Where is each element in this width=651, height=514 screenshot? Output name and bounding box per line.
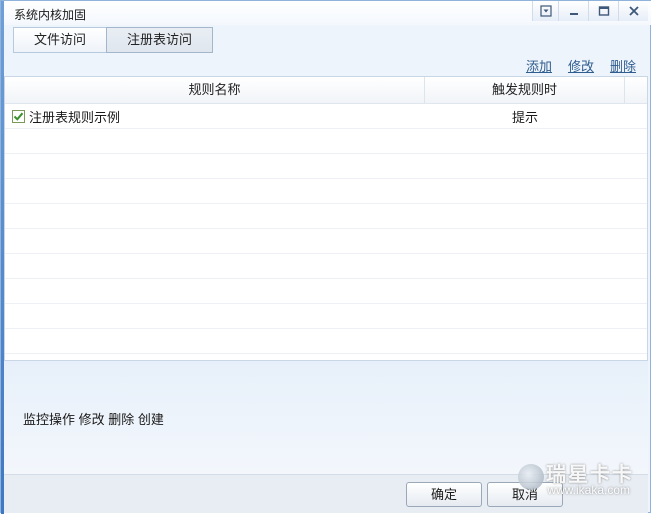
delete-link[interactable]: 删除 — [610, 56, 636, 75]
close-button[interactable] — [618, 1, 648, 21]
checkmark-icon — [13, 112, 24, 121]
menu-button[interactable] — [532, 1, 558, 21]
edit-link[interactable]: 修改 — [568, 56, 594, 75]
maximize-icon — [598, 6, 609, 16]
column-header-trigger[interactable]: 触发规则时 — [425, 77, 625, 103]
minimize-button[interactable] — [558, 1, 588, 21]
tab-registry-access[interactable]: 注册表访问 — [106, 27, 214, 53]
empty-row — [5, 179, 647, 204]
ok-button[interactable]: 确定 — [406, 482, 482, 507]
dialog-window: 系统内核加固 文件访问 注册表访问 添加 修改 删除 规则名称 触发规则时 注册… — [0, 0, 651, 514]
maximize-button[interactable] — [588, 1, 618, 21]
empty-row — [5, 329, 647, 354]
empty-row — [5, 279, 647, 304]
empty-row — [5, 254, 647, 279]
rule-name: 注册表规则示例 — [29, 109, 121, 125]
monitor-operations-text: 监控操作 修改 删除 创建 — [23, 412, 164, 427]
rule-enabled-checkbox[interactable] — [12, 109, 25, 123]
title-bar[interactable]: 系统内核加固 — [4, 1, 651, 25]
tab-bar: 文件访问 注册表访问 — [13, 27, 214, 53]
empty-row — [5, 129, 647, 154]
list-header: 规则名称 触发规则时 — [5, 77, 647, 104]
trigger-action: 提示 — [511, 109, 538, 125]
description-panel: 监控操作 修改 删除 创建 — [4, 361, 648, 474]
window-title: 系统内核加固 — [14, 8, 87, 22]
add-link[interactable]: 添加 — [526, 56, 552, 75]
cancel-button[interactable]: 取消 — [487, 482, 563, 507]
column-header-spacer — [625, 77, 647, 103]
close-icon — [628, 6, 639, 16]
window-controls — [532, 1, 648, 21]
column-header-rule-name[interactable]: 规则名称 — [5, 77, 425, 103]
empty-row — [5, 229, 647, 254]
rule-name-cell: 注册表规则示例 — [5, 107, 425, 126]
menu-icon — [539, 5, 552, 17]
empty-row — [5, 204, 647, 229]
table-row[interactable]: 注册表规则示例 提示 — [5, 104, 647, 129]
rules-list: 规则名称 触发规则时 注册表规则示例 提示 — [4, 76, 648, 361]
empty-row — [5, 154, 647, 179]
empty-row — [5, 304, 647, 329]
dialog-footer: 确定 取消 — [4, 474, 648, 513]
minimize-icon — [569, 13, 578, 15]
tab-file-access[interactable]: 文件访问 — [13, 27, 108, 53]
action-links: 添加 修改 删除 — [526, 56, 636, 75]
